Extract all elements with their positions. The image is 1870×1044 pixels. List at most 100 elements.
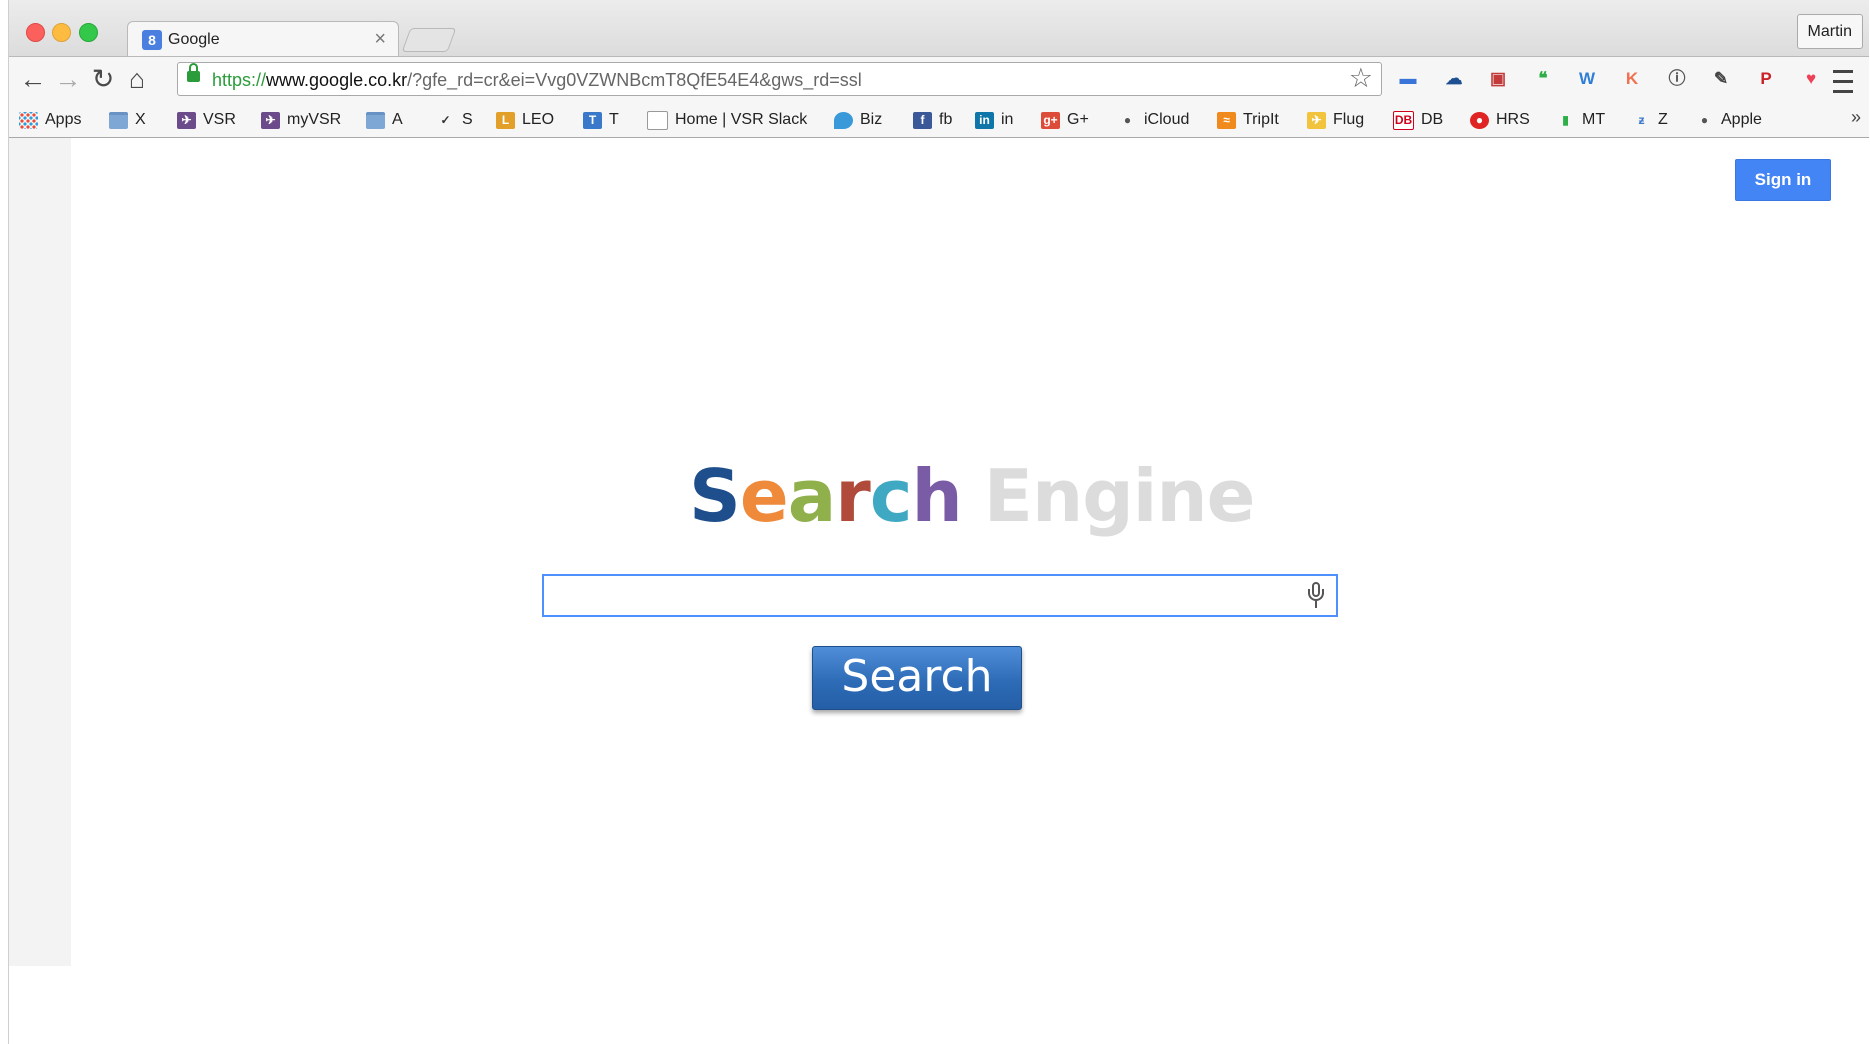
bookmark-item[interactable]: ✓ S bbox=[436, 109, 473, 131]
bookmark-label: Z bbox=[1658, 111, 1668, 128]
logo-letter: c bbox=[869, 454, 913, 538]
bookmark-item[interactable]: ▮ MT bbox=[1556, 109, 1605, 131]
bookmark-label: Flug bbox=[1333, 111, 1365, 128]
search-button[interactable]: Search bbox=[812, 646, 1022, 710]
trello-icon: T bbox=[583, 111, 602, 129]
minimize-window-button[interactable] bbox=[52, 23, 71, 42]
search-input[interactable] bbox=[554, 581, 1298, 612]
profile-button[interactable]: Martin bbox=[1796, 14, 1863, 49]
maximize-window-button[interactable] bbox=[79, 23, 98, 42]
word-extension-icon[interactable]: W bbox=[1573, 65, 1601, 93]
bookmark-label: TripIt bbox=[1243, 111, 1279, 128]
bookmarks-overflow-icon[interactable]: » bbox=[1851, 107, 1861, 128]
bookmark-item[interactable]: ● iCloud bbox=[1118, 109, 1189, 131]
bookmark-item[interactable]: ● HRS bbox=[1470, 109, 1530, 131]
reload-icon[interactable]: ↻ bbox=[87, 63, 119, 95]
left-margin-strip bbox=[9, 138, 71, 966]
bookmark-item[interactable]: ✈ Flug bbox=[1307, 109, 1364, 131]
folder-icon bbox=[109, 111, 128, 129]
bookmark-item[interactable]: Home | VSR Slack bbox=[647, 109, 807, 131]
search-engine-logo: Search Engine bbox=[689, 454, 1256, 538]
bookmark-item[interactable]: ✈ myVSR bbox=[261, 109, 341, 131]
bookmark-label: X bbox=[135, 111, 146, 128]
search-box[interactable] bbox=[542, 574, 1338, 617]
bookmark-item[interactable]: ● Apple bbox=[1695, 109, 1762, 131]
bookmark-star-icon[interactable]: ☆ bbox=[1349, 63, 1373, 94]
logo-letter: a bbox=[787, 454, 837, 538]
evernote-extension-icon[interactable]: ✎ bbox=[1707, 65, 1735, 93]
pinterest-extension-icon[interactable]: P bbox=[1752, 65, 1780, 93]
bookmark-label: A bbox=[392, 111, 403, 128]
linkedin-icon: in bbox=[975, 111, 994, 129]
logo-letter: h bbox=[911, 454, 963, 538]
menu-hamburger-icon[interactable] bbox=[1833, 63, 1853, 95]
pocket-extension-icon[interactable]: ♥ bbox=[1797, 65, 1825, 93]
bookmark-label: LEO bbox=[522, 111, 555, 128]
bookmark-label: Apps bbox=[45, 111, 82, 128]
bookmark-label: Home | VSR Slack bbox=[675, 111, 808, 128]
bookmark-label: iCloud bbox=[1144, 111, 1190, 128]
microphone-icon[interactable] bbox=[1308, 582, 1324, 610]
cloud-extension-icon[interactable]: ☁ bbox=[1440, 65, 1468, 93]
bookmark-item[interactable]: X bbox=[109, 109, 146, 131]
bookmark-label: T bbox=[609, 111, 619, 128]
sign-in-button[interactable]: Sign in bbox=[1735, 159, 1831, 201]
bookmark-item[interactable]: ≈ TripIt bbox=[1217, 109, 1279, 131]
vsr-icon: ✈ bbox=[177, 111, 196, 129]
bookmark-label: in bbox=[1001, 111, 1014, 128]
info-extension-icon[interactable]: ⓘ bbox=[1663, 65, 1691, 93]
bookmark-item[interactable]: Biz bbox=[834, 109, 882, 131]
screen-extension-icon[interactable]: ▬ bbox=[1394, 65, 1422, 93]
address-bar[interactable]: https://www.google.co.kr/?gfe_rd=cr&ei=V… bbox=[177, 62, 1382, 96]
plane-icon: ✈ bbox=[1307, 111, 1326, 129]
bookmark-item[interactable]: Apps bbox=[19, 109, 81, 131]
bookmark-item[interactable]: DB DB bbox=[1393, 109, 1443, 131]
back-arrow-icon[interactable]: ← bbox=[17, 63, 49, 95]
bookmark-item[interactable]: g+ G+ bbox=[1041, 109, 1089, 131]
facebook-icon: f bbox=[913, 111, 932, 129]
logo-letter: e bbox=[739, 454, 789, 538]
browser-window: 8 Google × Martin ← → ↻ ⌂ https://www.go… bbox=[8, 0, 1869, 1044]
mt-icon: ▮ bbox=[1562, 112, 1569, 127]
bookmark-label: HRS bbox=[1496, 111, 1530, 128]
tab-strip: 8 Google × Martin bbox=[9, 0, 1869, 56]
tab-google[interactable]: 8 Google × bbox=[127, 21, 399, 56]
logo-word-engine: Engine bbox=[983, 454, 1256, 538]
bookmark-label: MT bbox=[1582, 111, 1606, 128]
google-plus-icon: g+ bbox=[1041, 111, 1060, 129]
bookmark-label: fb bbox=[939, 111, 953, 128]
bookmark-item[interactable]: TT bbox=[583, 109, 619, 131]
bookmark-label: DB bbox=[1421, 111, 1444, 128]
new-tab-button[interactable] bbox=[401, 28, 457, 52]
lock-icon bbox=[187, 63, 200, 82]
tab-close-icon[interactable]: × bbox=[374, 28, 386, 51]
bookmark-item[interactable]: ƶZ bbox=[1632, 109, 1668, 131]
k-extension-icon[interactable]: K bbox=[1618, 65, 1646, 93]
bookmark-item[interactable]: f fb bbox=[913, 109, 952, 131]
apps-grid-icon bbox=[19, 111, 38, 129]
forward-arrow-icon[interactable]: → bbox=[52, 63, 84, 95]
photo-extension-icon[interactable]: ▣ bbox=[1484, 65, 1512, 93]
tripit-icon: ≈ bbox=[1217, 111, 1236, 129]
close-window-button[interactable] bbox=[26, 23, 45, 42]
bookmark-item[interactable]: ✈ VSR bbox=[177, 109, 236, 131]
bookmark-item[interactable]: in in bbox=[975, 109, 1013, 131]
logo-word-search: Search bbox=[689, 454, 963, 538]
url-text[interactable]: https://www.google.co.kr/?gfe_rd=cr&ei=V… bbox=[212, 70, 862, 91]
leo-icon: L bbox=[496, 111, 515, 129]
bookmark-label: VSR bbox=[203, 111, 236, 128]
bookmark-label: Biz bbox=[860, 111, 883, 128]
drop-icon bbox=[834, 111, 853, 129]
bookmark-item[interactable]: A bbox=[366, 109, 403, 131]
tab-title: Google bbox=[168, 31, 220, 48]
bookmark-label: myVSR bbox=[287, 111, 342, 128]
check-icon: ✓ bbox=[440, 112, 451, 127]
home-icon[interactable]: ⌂ bbox=[121, 63, 153, 95]
page-icon bbox=[647, 110, 668, 130]
hangouts-extension-icon[interactable]: ❝ bbox=[1529, 65, 1557, 93]
bookmark-label: Apple bbox=[1721, 111, 1762, 128]
bookmark-item[interactable]: L LEO bbox=[496, 109, 554, 131]
logo-letter: r bbox=[835, 454, 871, 538]
bookmark-label: S bbox=[462, 111, 473, 128]
bookmarks-bar: » Apps X ✈ VSR ✈ myVSR A ✓ S L LEO T T Home | VSR Sla… bbox=[9, 101, 1869, 138]
